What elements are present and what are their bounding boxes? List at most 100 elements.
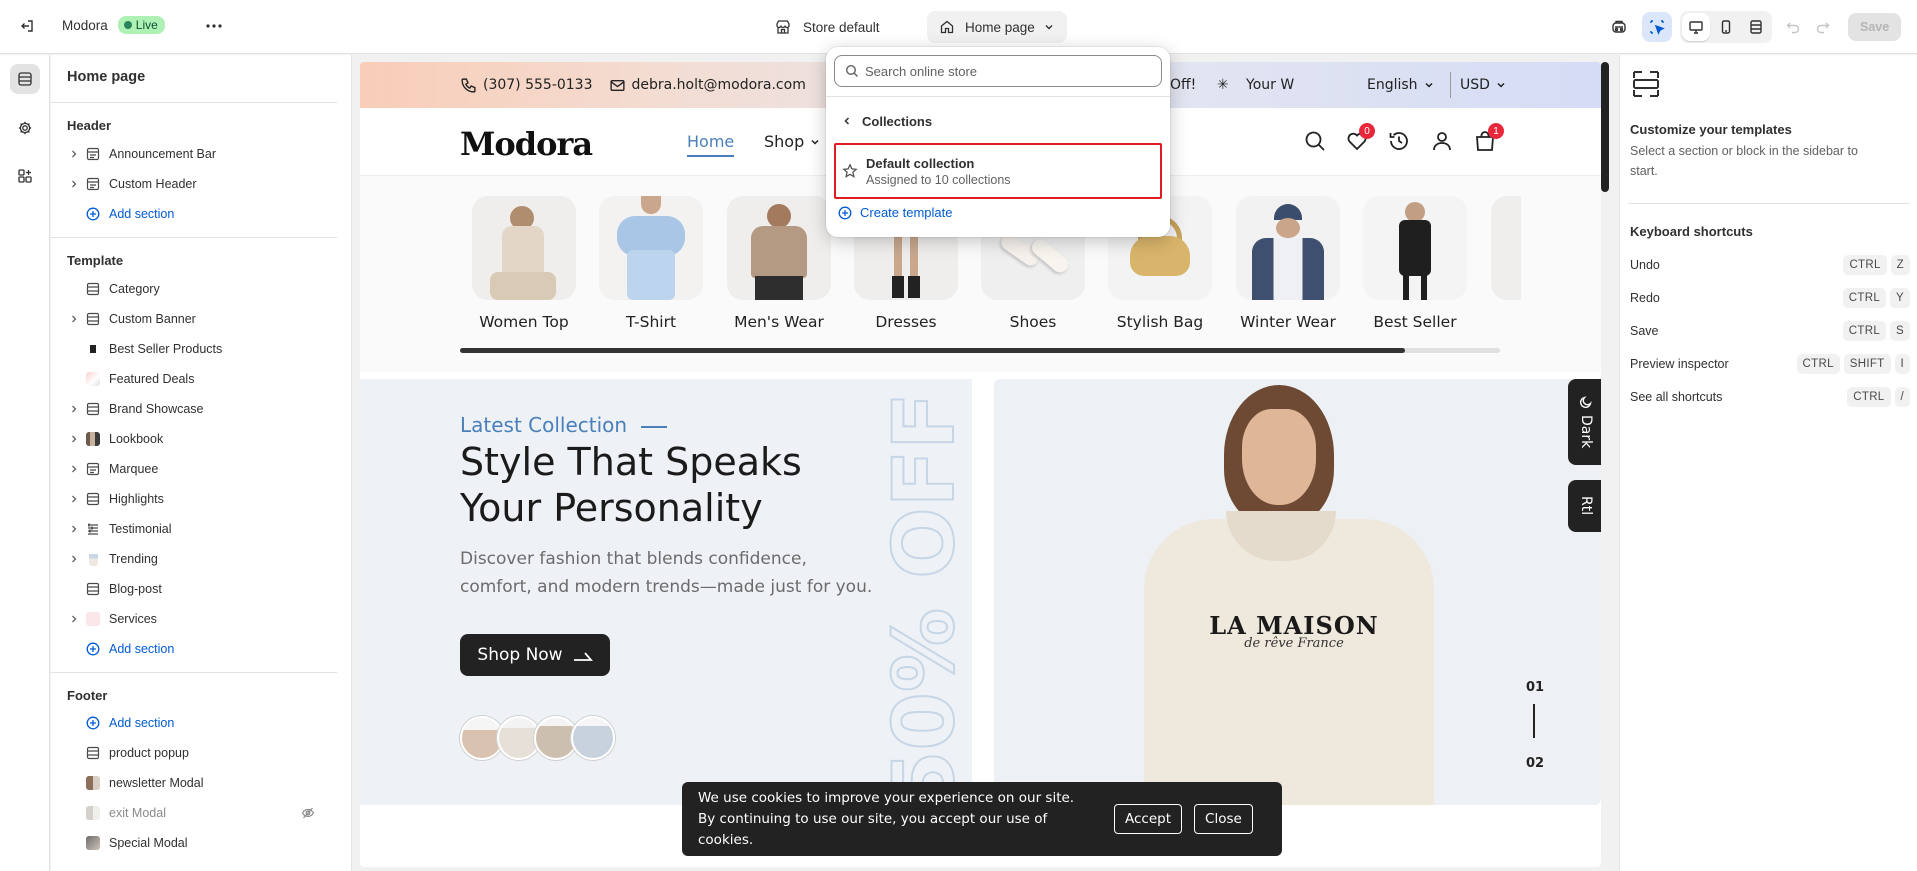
chevron-right-icon[interactable] (66, 524, 82, 534)
search-icon[interactable] (1303, 129, 1327, 153)
nav-home[interactable]: Home (687, 132, 735, 157)
shortcut-row: Undo CTRL Z (1630, 248, 1910, 281)
chevron-right-icon[interactable] (66, 554, 82, 564)
chevron-right-icon[interactable] (66, 464, 82, 474)
chevron-down-icon (811, 139, 819, 145)
store-default-button[interactable]: Store default (775, 11, 880, 43)
theme-editor-icon[interactable] (1604, 12, 1634, 42)
store-logo[interactable]: Modora (460, 125, 593, 163)
language-selector[interactable]: English (1367, 77, 1434, 93)
undo-icon[interactable] (1778, 12, 1808, 42)
divider (1628, 203, 1910, 204)
sidebar-item-highlights[interactable]: Highlights (51, 484, 337, 514)
sidebar-item-announcement-bar[interactable]: Announcement Bar (51, 139, 337, 169)
slide-next[interactable]: 02 (1526, 756, 1544, 771)
add-section-label: Add section (109, 642, 175, 656)
chevron-left-icon (844, 117, 850, 125)
cookie-close-button[interactable]: Close (1194, 804, 1253, 834)
history-icon[interactable] (1387, 129, 1411, 153)
chevron-right-icon[interactable] (66, 614, 82, 624)
desktop-view-icon[interactable] (1682, 13, 1710, 41)
plus-circle-icon (85, 715, 101, 731)
currency-selector[interactable]: USD (1460, 77, 1506, 93)
inspector-select-icon[interactable] (1642, 12, 1672, 42)
sidebar-item-custom-banner[interactable]: Custom Banner (51, 304, 337, 334)
sidebar-item-exit-modal[interactable]: exit Modal (51, 798, 337, 828)
dark-mode-toggle[interactable]: Dark (1568, 379, 1601, 465)
slide-current[interactable]: 01 (1526, 680, 1544, 695)
add-section-footer-button[interactable]: Add section (51, 708, 337, 738)
save-button[interactable]: Save (1848, 13, 1902, 41)
chevron-right-icon[interactable] (66, 314, 82, 324)
sidebar-item-services[interactable]: Services (51, 604, 337, 634)
sections-icon[interactable] (10, 64, 40, 94)
mobile-view-icon[interactable] (1712, 13, 1740, 41)
chevron-right-icon[interactable] (66, 149, 82, 159)
sidebar-item-product-popup[interactable]: product popup (51, 738, 337, 768)
rtl-toggle[interactable]: Rtl (1568, 480, 1601, 532)
category-item[interactable]: Women Top (472, 196, 576, 331)
slide-indicator-line (1533, 704, 1535, 738)
home-icon (940, 20, 954, 34)
shortcut-key: / (1894, 386, 1910, 407)
cart-count-badge: 1 (1488, 123, 1504, 139)
sidebar-item-blog-post[interactable]: Blog-post (51, 574, 337, 604)
category-item[interactable]: Men's Wear (727, 196, 831, 331)
chevron-right-icon[interactable] (66, 434, 82, 444)
sidebar-item-brand-showcase[interactable]: Brand Showcase (51, 394, 337, 424)
redo-icon[interactable] (1808, 12, 1838, 42)
more-options-icon[interactable] (199, 11, 229, 41)
announcement-phone: (307) 555-0133 (483, 77, 593, 93)
create-template-button[interactable]: Create template (838, 205, 953, 220)
sidebar-item-lookbook[interactable]: Lookbook (51, 424, 337, 454)
sidebar-item-label: Testimonial (109, 522, 172, 536)
section-icon (85, 745, 101, 761)
list-lines-icon (85, 521, 101, 537)
collections-back-button[interactable]: Collections (834, 106, 1162, 136)
category-item[interactable]: T-Shirt (599, 196, 703, 331)
chevron-right-icon[interactable] (66, 404, 82, 414)
page-selector[interactable]: Home page (927, 11, 1067, 43)
sidebar-item-category[interactable]: Category (51, 274, 337, 304)
plus-circle-icon (838, 206, 852, 219)
sidebar-item-testimonial[interactable]: Testimonial (51, 514, 337, 544)
wishlist-heart-icon[interactable]: 0 (1345, 123, 1375, 153)
product-thumbnail-icon (85, 341, 101, 357)
exit-icon[interactable] (12, 11, 42, 41)
shortcut-key: Z (1890, 254, 1910, 275)
plus-circle-icon (85, 641, 101, 657)
add-section-header-button[interactable]: Add section (51, 199, 337, 229)
category-item[interactable]: Best Seller (1363, 196, 1467, 331)
category-item[interactable]: Winter Wear (1236, 196, 1340, 331)
sidebar-item-label: Custom Banner (109, 312, 196, 326)
sidebar-item-best-seller-products[interactable]: Best Seller Products (51, 334, 337, 364)
apps-icon[interactable] (10, 161, 40, 191)
sidebar-item-marquee[interactable]: Marquee (51, 454, 337, 484)
sidebar-item-special-modal[interactable]: Special Modal (51, 828, 337, 858)
add-section-template-button[interactable]: Add section (51, 634, 337, 664)
hero-thumbnail[interactable] (571, 716, 615, 760)
preview-scrollbar[interactable] (1601, 62, 1609, 192)
search-input[interactable]: Search online store (834, 55, 1162, 87)
cart-bag-icon[interactable]: 1 (1473, 123, 1504, 153)
fullscreen-view-icon[interactable] (1742, 13, 1770, 41)
cookie-accept-button[interactable]: Accept (1114, 804, 1183, 834)
default-collection-option[interactable]: Default collection Assigned to 10 collec… (834, 143, 1162, 199)
create-template-label: Create template (860, 205, 953, 220)
sidebar-item-custom-header[interactable]: Custom Header (51, 169, 337, 199)
sidebar-item-newsletter-modal[interactable]: newsletter Modal (51, 768, 337, 798)
category-scroll-progress[interactable] (460, 348, 1500, 353)
sidebar-item-trending[interactable]: Trending (51, 544, 337, 574)
sidebar-item-featured-deals[interactable]: Featured Deals (51, 364, 337, 394)
eye-hidden-icon[interactable] (301, 806, 315, 820)
sidebar-item-label: Lookbook (109, 432, 164, 446)
chevron-right-icon[interactable] (66, 179, 82, 189)
category-label: T-Shirt (625, 313, 677, 331)
account-user-icon[interactable] (1430, 129, 1454, 153)
chevron-right-icon[interactable] (66, 494, 82, 504)
nav-shop[interactable]: Shop (764, 132, 820, 151)
shop-now-button[interactable]: Shop Now (460, 634, 610, 676)
section-icon (85, 581, 101, 597)
settings-gear-icon[interactable] (10, 113, 40, 143)
sidebar-item-label: Trending (109, 552, 158, 566)
